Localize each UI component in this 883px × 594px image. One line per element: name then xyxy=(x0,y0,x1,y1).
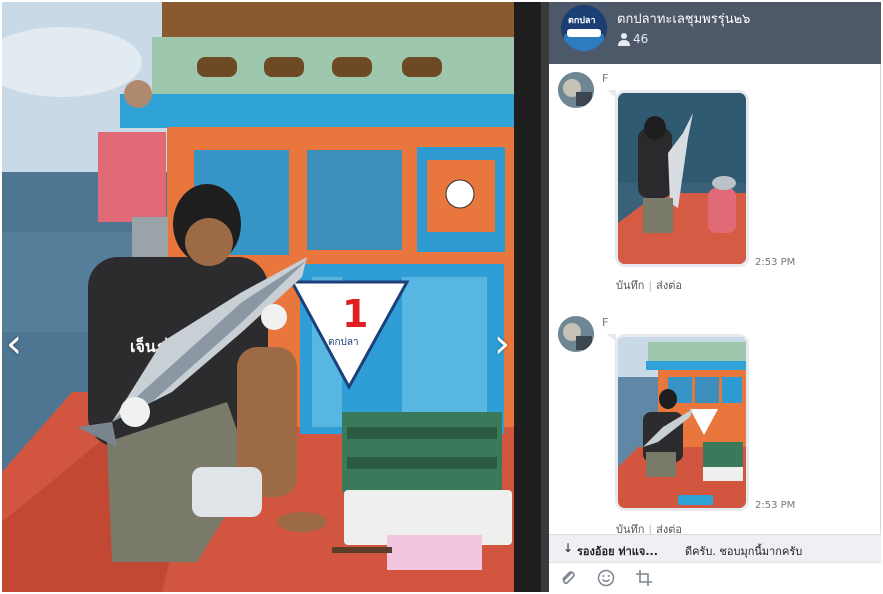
crop-icon[interactable] xyxy=(635,569,653,587)
notice-message: ดีครับ. ชอบมุกนี้มากครับ xyxy=(685,545,803,558)
previous-photo-button[interactable]: ‹ xyxy=(2,324,26,364)
chat-toolbar xyxy=(549,562,881,592)
message-actions: บันทึก | ส่งต่อ xyxy=(616,279,682,292)
sender-name: F xyxy=(602,72,609,85)
arrow-down-icon: ↓ xyxy=(563,541,574,555)
photo-viewer: 1 ตกปลา เจ็นภูไ ‹ › xyxy=(2,2,514,592)
notice-sender: รองอ้อย ท่าแจ... xyxy=(577,545,658,558)
fishing-photo: 1 ตกปลา เจ็นภูไ xyxy=(2,2,514,592)
smiley-icon[interactable] xyxy=(597,569,615,587)
group-name[interactable]: ตกปลาทะเลชุมพรรุ่น๒๖ xyxy=(617,8,750,29)
next-photo-button[interactable]: › xyxy=(490,324,514,364)
new-message-notice[interactable]: ↓ รองอ้อย ท่าแจ... ดีครับ. ชอบมุกนี้มากค… xyxy=(549,534,881,562)
message-photo xyxy=(618,93,746,264)
sender-avatar[interactable] xyxy=(558,316,594,352)
message-time: 2:53 PM xyxy=(755,500,796,511)
image-message[interactable] xyxy=(615,90,749,267)
paperclip-icon[interactable] xyxy=(559,569,577,587)
member-count[interactable]: 46 xyxy=(633,32,648,46)
sign-logo-text: ตกปลา xyxy=(328,337,359,348)
person-icon xyxy=(618,33,630,46)
group-avatar-text: ตกปลา xyxy=(568,15,596,26)
sender-avatar[interactable] xyxy=(558,72,594,108)
viewer-divider-strip xyxy=(541,2,549,592)
chat-header: ตกปลา ตกปลาทะเลชุมพรรุ่น๒๖ 46 xyxy=(549,2,881,64)
save-button[interactable]: บันทึก xyxy=(616,279,644,292)
chat-panel: ตกปลา ตกปลาทะเลชุมพรรุ่น๒๖ 46 F 2:53 PM … xyxy=(549,2,881,592)
sender-name: F xyxy=(602,316,609,329)
sign-number: 1 xyxy=(342,292,368,336)
group-avatar[interactable]: ตกปลา xyxy=(561,5,607,51)
viewer-divider xyxy=(514,2,541,592)
message-time: 2:53 PM xyxy=(755,257,796,268)
forward-button[interactable]: ส่งต่อ xyxy=(656,279,682,292)
image-message[interactable] xyxy=(615,334,749,511)
message-photo xyxy=(618,337,746,508)
